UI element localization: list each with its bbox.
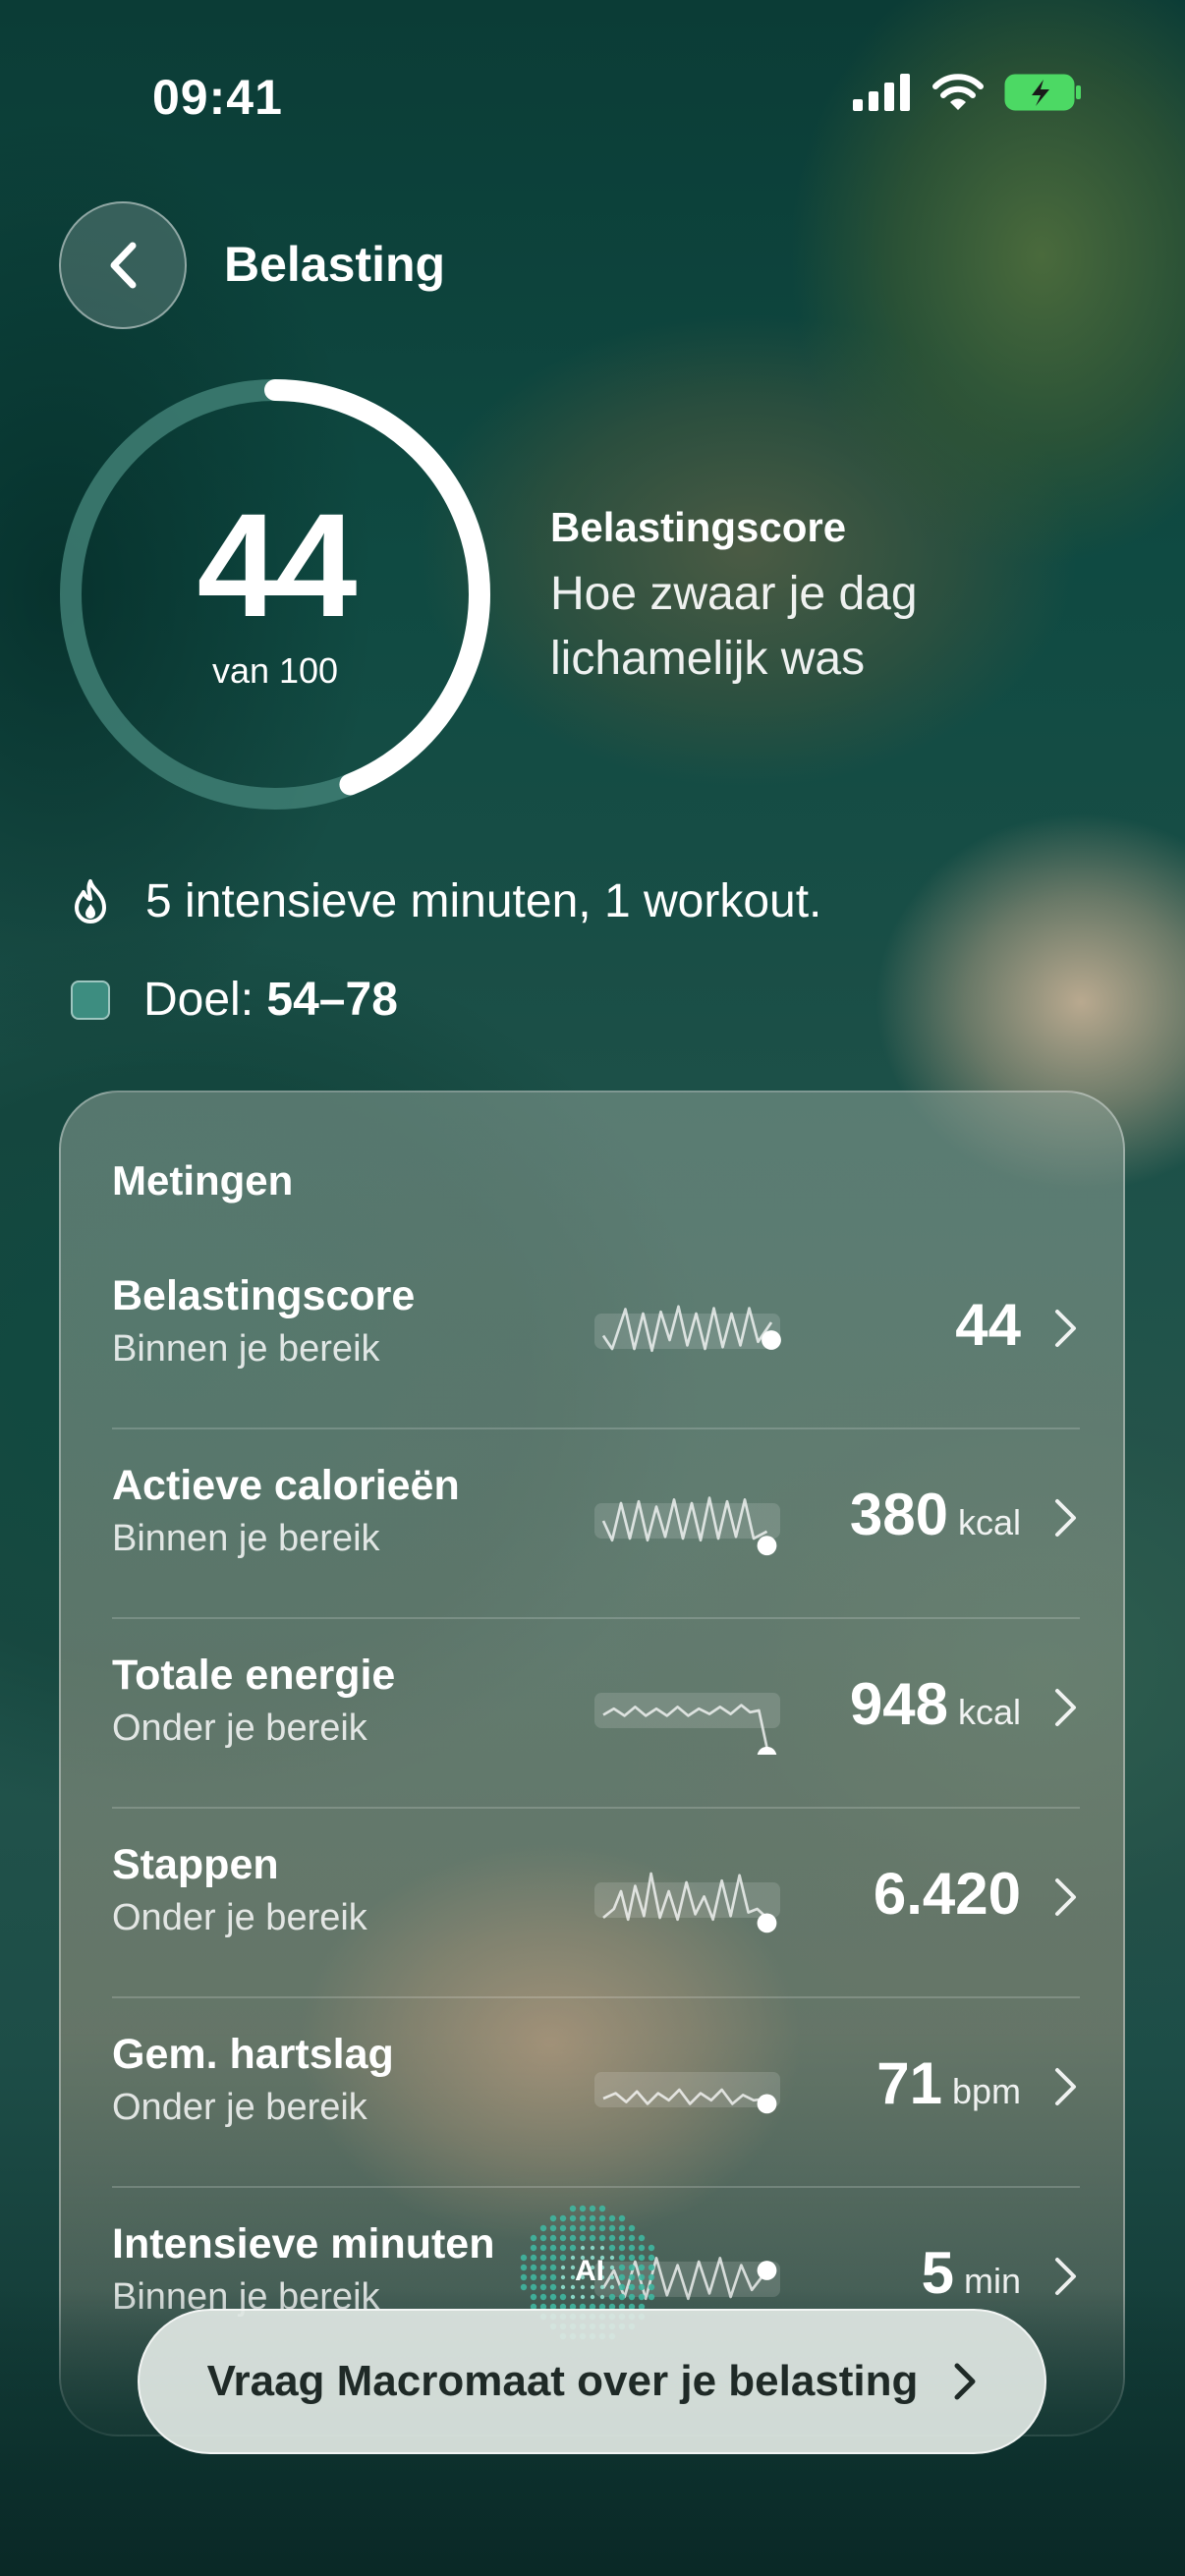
goal-range: 54–78 (266, 974, 398, 1026)
score-description: Hoe zwaar je dag lichamelijk was (550, 568, 918, 685)
ask-button-label: Vraag Macromaat over je belasting (206, 2357, 919, 2405)
goal-prefix: Doel: (143, 974, 254, 1026)
metric-value: 6.420 (874, 1860, 1021, 1928)
status-icons (853, 73, 1083, 112)
metric-row[interactable]: Totale energie Onder je bereik 948 kcal (112, 1619, 1080, 1809)
status-time: 09:41 (152, 70, 283, 125)
metric-name: Gem. hartslag (112, 2031, 394, 2078)
metric-name: Actieve calorieën (112, 1462, 460, 1509)
metric-sparkline (594, 1872, 780, 1933)
metric-status: Onder je bereik (112, 2087, 367, 2128)
metric-unit: bpm (951, 2071, 1021, 2111)
back-chevron-icon (110, 242, 137, 289)
metric-row[interactable]: Belastingscore Binnen je bereik 44 (112, 1240, 1080, 1429)
metric-current-dot (757, 2261, 777, 2280)
ask-macromaat-button[interactable]: Vraag Macromaat over je belasting (138, 2309, 1046, 2454)
metric-number: 44 (955, 1292, 1021, 1358)
metric-number: 6.420 (873, 1861, 1021, 1927)
metric-sparkline (594, 2072, 780, 2114)
metric-value: 71 bpm (876, 2049, 1021, 2117)
back-button[interactable] (59, 201, 187, 329)
metric-status: Onder je bereik (112, 1708, 367, 1749)
card-title: Metingen (112, 1157, 294, 1204)
metric-name: Totale energie (112, 1652, 396, 1699)
activity-summary: 5 intensieve minuten, 1 workout. (69, 874, 821, 928)
metric-value: 44 (955, 1291, 1021, 1359)
signal-icon (853, 74, 910, 111)
metric-current-dot (757, 1746, 777, 1755)
chevron-right-icon (1055, 2068, 1076, 2105)
metric-number: 71 (876, 2050, 942, 2116)
metric-unit: kcal (957, 1692, 1021, 1732)
metric-status: Binnen je bereik (112, 1328, 380, 1370)
metric-row[interactable]: Stappen Onder je bereik 6.420 (112, 1809, 1080, 1998)
activity-text: 5 intensieve minuten, 1 workout. (145, 875, 822, 927)
metric-unit: kcal (957, 1502, 1021, 1542)
ai-badge: AI (575, 2255, 604, 2287)
chevron-right-icon (1055, 1310, 1076, 1347)
score-value: 44 (197, 482, 358, 647)
metric-current-dot (757, 1536, 777, 1556)
goal-text: Doel: 54–78 (143, 973, 398, 1027)
metric-row[interactable]: Gem. hartslag Onder je bereik 71 bpm (112, 1998, 1080, 2188)
metric-number: 380 (849, 1482, 948, 1547)
chevron-right-icon (1055, 1499, 1076, 1537)
chevron-right-icon (1055, 1878, 1076, 1916)
metric-name: Intensieve minuten (112, 2220, 495, 2268)
metric-sparkline (594, 1693, 780, 1755)
metric-number: 948 (849, 1671, 948, 1737)
goal-swatch-icon (71, 980, 110, 1020)
metric-status: Onder je bereik (112, 1897, 367, 1938)
wifi-icon (932, 74, 984, 110)
score-max-label: van 100 (211, 650, 339, 691)
metric-status: Binnen je bereik (112, 1518, 380, 1559)
score-label: Belastingscore (550, 504, 847, 550)
goal-summary: Doel: 54–78 (69, 973, 398, 1027)
metric-name: Belastingscore (112, 1272, 416, 1319)
metric-current-dot (757, 2094, 777, 2114)
metric-current-dot (762, 1330, 781, 1350)
metric-row[interactable]: Actieve calorieën Binnen je bereik 380 kcal (112, 1429, 1080, 1619)
page-title: Belasting (224, 237, 446, 292)
battery-icon (1004, 74, 1081, 111)
metric-current-dot (757, 1913, 777, 1933)
metric-sparkline (594, 1496, 780, 1556)
flame-icon (75, 878, 106, 924)
chevron-right-icon (954, 2363, 976, 2400)
metric-sparkline (594, 1305, 781, 1353)
chevron-right-icon (1055, 1689, 1076, 1726)
metric-value: 948 kcal (850, 1670, 1021, 1738)
metric-value: 380 kcal (850, 1481, 1021, 1548)
metric-name: Stappen (112, 1841, 279, 1888)
